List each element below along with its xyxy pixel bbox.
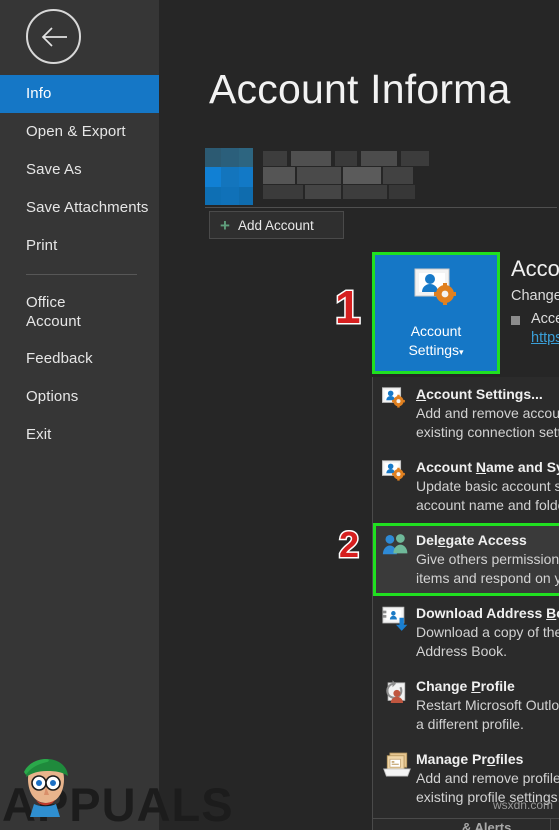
back-arrow-icon[interactable] — [26, 9, 81, 64]
sidebar-item-exit[interactable]: Exit — [0, 416, 159, 454]
sidebar-item-save-as[interactable]: Save As — [0, 151, 159, 189]
menu-item-text: Download Address Book... Download a copy … — [416, 604, 559, 661]
menu-item-desc-line1: Give others permission to receive — [416, 551, 559, 567]
change-profile-icon — [382, 677, 416, 734]
menu-item-desc-line2: Address Book. — [416, 643, 508, 659]
menu-item-text: Delegate Access Give others permission to… — [416, 531, 559, 588]
menu-item-account-settings[interactable]: Account Settings... Add and remove accoun… — [373, 377, 559, 450]
account-settings-icon — [382, 385, 416, 442]
outlook-backstage-window: Info Open & Export Save As Save Attachments… — [0, 0, 559, 830]
account-divider — [205, 207, 557, 208]
account-settings-tile-highlight: Account Settings▾ — [372, 252, 500, 374]
account-settings-description: Account Settings Change settings for thi… — [511, 256, 559, 346]
appuals-mascot-icon — [22, 757, 70, 824]
sidebar-item-options[interactable]: Options — [0, 378, 159, 416]
menu-item-desc-line1: Add and remove accounts or change — [416, 405, 559, 421]
manage-profiles-icon — [382, 750, 416, 807]
outlook-web-link[interactable]: https://outlook.live.com/o — [531, 330, 559, 346]
menu-item-desc-line1: Update basic account settings such as — [416, 478, 559, 494]
menu-item-title: Account Name and Sync Settings — [416, 459, 559, 475]
menu-item-desc-line1: Add and remove profiles or change — [416, 770, 559, 786]
sidebar-item-label: Info — [26, 85, 52, 102]
menu-item-account-name-and-sync-settings[interactable]: Account Name and Sync Settings Update bas… — [373, 450, 559, 523]
bullet-square-icon — [511, 316, 520, 325]
account-settings-heading: Account Settings — [511, 256, 559, 281]
annotation-marker-1: 1 — [334, 281, 363, 333]
menu-item-desc-line1: Download a copy of the Global — [416, 624, 559, 640]
menu-item-title: Change Profile — [416, 678, 515, 694]
bottom-partial-row: & Alerts — [372, 818, 559, 830]
sidebar-item-label: Exit — [26, 426, 52, 443]
account-settings-dropdown-menu: Account Settings... Add and remove accoun… — [372, 377, 559, 830]
sidebar-item-label: Print — [26, 237, 58, 254]
menu-item-title: Account Settings... — [416, 386, 543, 402]
plus-icon: + — [220, 215, 230, 235]
sidebar-item-info[interactable]: Info — [0, 75, 159, 113]
sidebar-item-print[interactable]: Print — [0, 227, 159, 265]
account-settings-icon — [414, 268, 458, 313]
backstage-main: Account Informa + Add Account 1 Account … — [159, 0, 559, 830]
menu-item-desc-line2: a different profile. — [416, 716, 524, 732]
sidebar-item-feedback[interactable]: Feedback — [0, 340, 159, 378]
sidebar-item-open-export[interactable]: Open & Export — [0, 113, 159, 151]
account-sync-icon — [382, 458, 416, 515]
sidebar-item-label: Save Attachments — [26, 199, 149, 216]
sidebar-item-label: Feedback — [26, 350, 93, 367]
menu-item-delegate-access[interactable]: Delegate Access Give others permission to… — [373, 523, 559, 596]
tile-label-line1: Account — [410, 323, 462, 339]
account-settings-paragraph: Change settings for this accoun — [511, 288, 559, 304]
backstage-sidebar: Info Open & Export Save As Save Attachments… — [0, 0, 159, 830]
menu-item-download-address-book[interactable]: Download Address Book... Download a copy … — [373, 596, 559, 669]
sidebar-item-label: Open & Export — [26, 123, 126, 140]
sidebar-item-save-attachments[interactable]: Save Attachments — [0, 189, 159, 227]
menu-item-desc-line2: items and respond on your behalf. — [416, 570, 559, 586]
sidebar-item-label: Save As — [26, 161, 82, 178]
sidebar-item-label: Options — [26, 388, 79, 405]
annotation-marker-2: 2 — [337, 524, 360, 565]
menu-item-title: Download Address Book... — [416, 605, 559, 621]
account-settings-tile-button[interactable]: Account Settings▾ — [375, 255, 497, 371]
tile-label-line2: Settings — [408, 342, 460, 358]
sidebar-item-office-account[interactable]: Office Account — [0, 284, 159, 340]
bottom-divider — [550, 819, 551, 830]
add-account-label: Add Account — [237, 217, 314, 233]
bottom-partial-label: & Alerts — [462, 820, 512, 830]
menu-item-desc-line1: Restart Microsoft Outlook and choose — [416, 697, 559, 713]
chevron-down-icon: ▾ — [459, 347, 464, 357]
sidebar-separator — [26, 274, 137, 275]
wsxdn-watermark: wsxdn.com — [492, 798, 553, 812]
download-address-book-icon — [382, 604, 416, 661]
menu-item-desc-line2: account name and folder sync settings. — [416, 497, 559, 513]
account-settings-bullet: Access this account on the — [531, 311, 559, 327]
menu-item-change-profile[interactable]: Change Profile Restart Microsoft Outlook … — [373, 669, 559, 742]
account-identity-blurred — [205, 148, 545, 205]
sidebar-item-label: Office Account — [26, 294, 81, 330]
delegate-access-icon — [382, 531, 416, 588]
menu-item-desc-line2: existing connection settings. — [416, 424, 559, 440]
menu-item-title: Delegate Access — [416, 532, 527, 548]
menu-item-title: Manage Profiles — [416, 751, 524, 767]
add-account-button[interactable]: + Add Account — [209, 211, 344, 239]
menu-item-text: Account Settings... Add and remove accoun… — [416, 385, 559, 442]
menu-item-text: Change Profile Restart Microsoft Outlook … — [416, 677, 559, 734]
page-title: Account Informa — [209, 66, 511, 112]
sidebar-nav-list: Info Open & Export Save As Save Attachments… — [0, 75, 159, 454]
menu-item-text: Account Name and Sync Settings Update bas… — [416, 458, 559, 515]
